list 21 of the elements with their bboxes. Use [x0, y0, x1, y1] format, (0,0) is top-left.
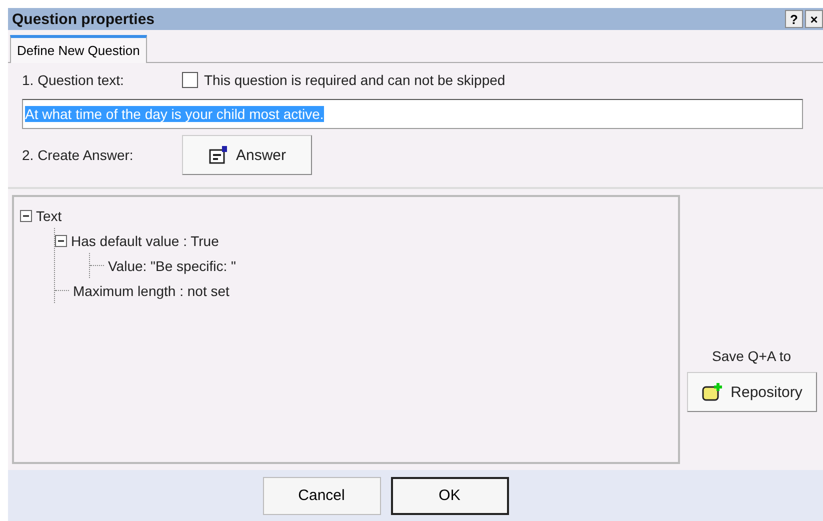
- tree-item[interactable]: Maximum length : not set: [73, 282, 230, 298]
- collapse-icon[interactable]: [55, 234, 67, 246]
- ok-button[interactable]: OK: [390, 476, 508, 514]
- cancel-button[interactable]: Cancel: [262, 476, 380, 514]
- save-label: Save Q+A to: [712, 348, 791, 364]
- field-label: 2. Create Answer:: [22, 147, 134, 163]
- title-bar-button[interactable]: ×: [805, 10, 823, 28]
- checkbox[interactable]: [182, 72, 198, 88]
- database-add-icon: [700, 382, 725, 402]
- collapse-icon[interactable]: [20, 210, 32, 222]
- title-bar-button[interactable]: ?: [785, 10, 803, 28]
- tab[interactable]: Define New Question: [10, 35, 147, 63]
- window-title: Question properties: [12, 10, 155, 28]
- repository-button[interactable]: Repository: [686, 372, 816, 412]
- tree-item[interactable]: Text: [36, 208, 62, 224]
- field-label: 1. Question text:: [22, 72, 125, 88]
- checkbox-label: This question is required and can not be skipped: [204, 72, 506, 88]
- tree-item[interactable]: Has default value : True: [71, 232, 219, 248]
- tree-item[interactable]: Value: "Be specific: ": [108, 258, 236, 274]
- form-icon: [208, 145, 230, 165]
- answer-button[interactable]: Answer: [182, 135, 312, 175]
